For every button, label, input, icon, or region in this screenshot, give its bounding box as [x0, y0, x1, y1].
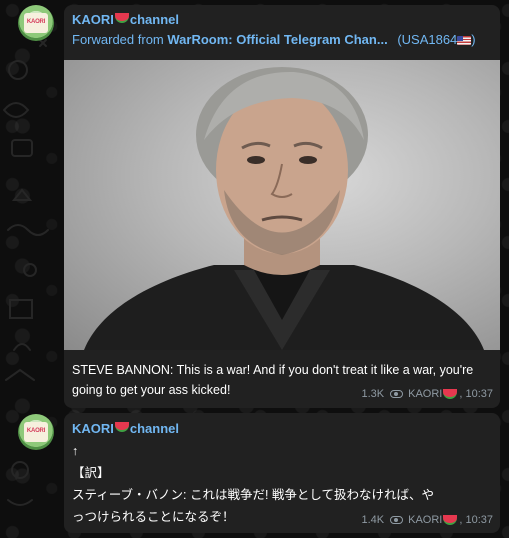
channel-avatar[interactable]: KAORI	[18, 5, 54, 41]
forward-source: WarRoom: Official Telegram Chan...	[167, 32, 388, 47]
message-photo[interactable]	[64, 60, 500, 350]
post-time: 10:37	[465, 514, 493, 526]
watermelon-emoji	[443, 389, 458, 399]
avatar-label: KAORI	[26, 428, 46, 434]
message-line: ↑	[72, 444, 79, 458]
message-meta: 1.3K KAORI, 10:37	[361, 388, 493, 400]
forward-tag-end: )	[471, 32, 476, 47]
watermelon-emoji	[443, 515, 458, 525]
watermelon-emoji	[114, 13, 129, 23]
forward-prefix: Forwarded from	[72, 32, 164, 47]
watermelon-emoji	[114, 422, 129, 432]
sender-name-suffix: channel	[129, 12, 180, 27]
sender-name-text: KAORI	[72, 12, 114, 27]
message-line: スティーブ・バノン: これは戦争だ! 戦争として扱わなければ、や	[72, 488, 435, 502]
view-count: 1.4K	[361, 514, 385, 526]
view-count: 1.3K	[361, 388, 385, 400]
channel-avatar[interactable]: KAORI	[18, 414, 54, 450]
post-time: 10:37	[465, 388, 493, 400]
sender-name[interactable]: KAORI channel	[72, 12, 179, 27]
avatar-label: KAORI	[26, 19, 46, 25]
message-meta: 1.4K KAORI, 10:37	[361, 514, 493, 526]
eye-icon	[390, 390, 404, 398]
post-author: KAORI	[408, 388, 443, 400]
sender-name[interactable]: KAORI channel	[72, 421, 179, 436]
eye-icon	[390, 516, 404, 524]
forward-tag: (USA1864	[397, 32, 458, 47]
forwarded-header[interactable]: Forwarded from WarRoom: Official Telegra…	[72, 32, 476, 47]
sender-name-suffix: channel	[129, 421, 180, 436]
message-line: 【訳】	[72, 466, 110, 480]
us-flag-emoji	[457, 36, 472, 45]
portrait-image	[84, 67, 484, 350]
sender-name-text: KAORI	[72, 421, 114, 436]
post-author: KAORI	[408, 514, 443, 526]
